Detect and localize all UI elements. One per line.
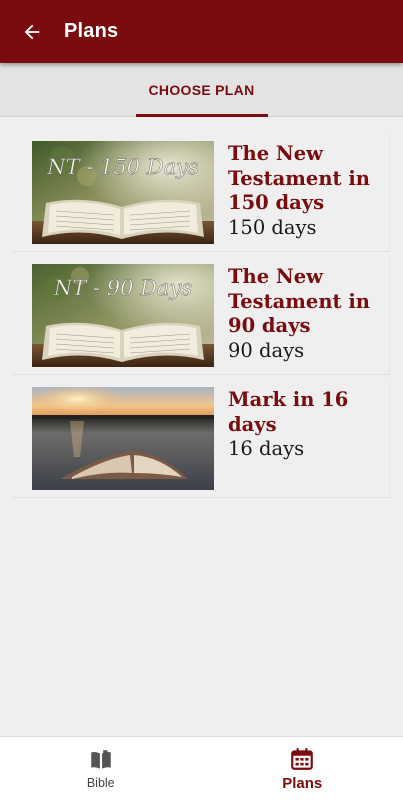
tab-label: CHOOSE PLAN	[148, 82, 255, 98]
thumbnail-caption: NT - 150 Days	[46, 155, 199, 179]
calendar-icon	[291, 747, 314, 770]
plan-duration: 150 days	[228, 215, 317, 239]
plan-title: The New Testament in 90 days	[228, 265, 370, 337]
plan-thumbnail: NT - 150 Days	[32, 141, 214, 244]
nav-item-plans[interactable]: Plans	[202, 737, 403, 800]
thumbnail-caption: NT - 90 Days	[53, 276, 192, 300]
plan-card-nt-150[interactable]: NT - 150 Days The New Testament in 150 d…	[12, 133, 390, 252]
plan-duration: 16 days	[228, 437, 305, 460]
arrow-left-icon	[24, 24, 40, 39]
nav-item-bible[interactable]: Bible	[0, 737, 202, 800]
plan-info: Mark in 16 days 16 days	[214, 387, 382, 461]
page-title: Plans	[64, 20, 119, 42]
plan-thumbnail: NT - 90 Days	[32, 264, 214, 367]
plan-duration: 90 days	[228, 338, 305, 362]
app-bar: Plans	[0, 0, 403, 63]
plan-card-nt-90[interactable]: NT - 90 Days The New Testament in 90 day…	[12, 256, 390, 375]
nav-label: Plans	[282, 774, 323, 792]
tab-bar: CHOOSE PLAN	[0, 63, 403, 117]
bottom-navigation: Bible Plans	[0, 736, 403, 800]
nav-label: Bible	[86, 776, 115, 790]
tab-choose-plan[interactable]: CHOOSE PLAN	[135, 63, 268, 117]
back-button[interactable]	[0, 0, 64, 63]
plan-thumbnail	[32, 387, 214, 490]
tab-indicator	[135, 114, 268, 117]
plan-info: The New Testament in 150 days 150 days	[214, 141, 382, 240]
plan-list: NT - 150 Days The New Testament in 150 d…	[12, 133, 390, 502]
plan-card-mark-16[interactable]: Mark in 16 days 16 days	[12, 379, 390, 498]
book-icon	[91, 750, 111, 769]
plan-title: The New Testament in 150 days	[228, 142, 370, 214]
plan-info: The New Testament in 90 days 90 days	[214, 264, 382, 363]
plan-title: Mark in 16 days	[228, 388, 349, 436]
